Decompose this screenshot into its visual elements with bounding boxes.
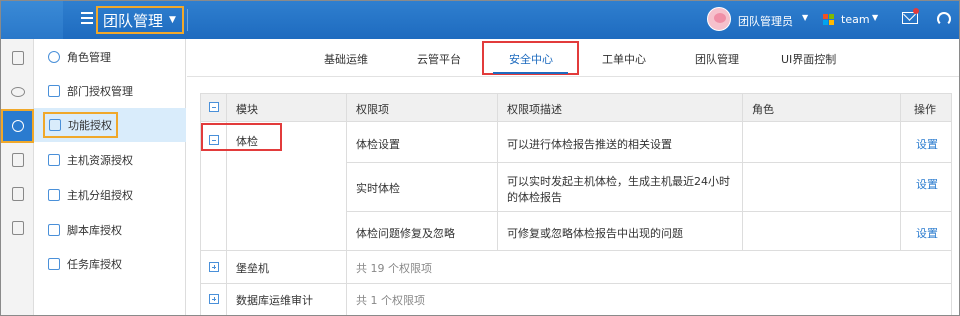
- divider: [201, 250, 951, 251]
- group-summary: 共 19 个权限项: [356, 262, 432, 275]
- divider: [346, 162, 951, 163]
- group-name: 数据库运维审计: [236, 294, 313, 307]
- active-tab-underline: [493, 72, 568, 74]
- tab-team-management[interactable]: 团队管理: [695, 51, 739, 67]
- sidebar-item-label: 主机分组授权: [67, 189, 133, 202]
- permission-description: 可以实时发起主机体检，生成主机最近24小时: [507, 175, 730, 188]
- permission-name: 体检问题修复及忽略: [356, 227, 455, 240]
- permission-description: 可修复或忽略体检报告中出现的问题: [507, 227, 683, 240]
- sidebar-item-host-group-auth[interactable]: 主机分组授权: [34, 178, 186, 212]
- divider: [201, 283, 951, 284]
- avatar[interactable]: [707, 7, 731, 31]
- collapse-all-checkbox[interactable]: [209, 102, 219, 112]
- team-switcher[interactable]: 团队管理 ▼: [96, 6, 184, 34]
- tab-ticket-center[interactable]: 工单中心: [602, 51, 646, 67]
- chevron-down-icon: ▼: [169, 15, 176, 25]
- users-icon: [48, 51, 60, 63]
- permission-description: 的体检报告: [507, 191, 562, 204]
- active-tab-highlight: [482, 41, 579, 75]
- user-name[interactable]: 团队管理员: [738, 13, 793, 29]
- rail-clipboard-icon[interactable]: [1, 177, 34, 211]
- sidebar-item-task-lib-auth[interactable]: 任务库授权: [34, 247, 186, 281]
- permission-description: 可以进行体检报告推送的相关设置: [507, 138, 672, 151]
- sidebar-item-department-auth[interactable]: 部门授权管理: [34, 74, 186, 108]
- sidebar-item-label: 角色管理: [67, 51, 111, 64]
- sidebar-item-label: 脚本库授权: [67, 224, 122, 237]
- sidebar-item-label: 功能授权: [68, 119, 112, 132]
- sidebar-item-roles[interactable]: 角色管理: [34, 40, 186, 74]
- org-chart-icon: [48, 85, 60, 97]
- rail-people-icon[interactable]: [1, 75, 34, 109]
- notification-dot: [913, 8, 919, 14]
- divider: [346, 211, 951, 212]
- sidebar-item-script-lib-auth[interactable]: 脚本库授权: [34, 213, 186, 247]
- tab-cloud-platform[interactable]: 云管平台: [417, 51, 461, 67]
- team-switcher-label: 团队管理: [103, 11, 164, 30]
- script-icon: [48, 224, 60, 236]
- sidebar-item-host-resource-auth[interactable]: 主机资源授权: [34, 143, 186, 177]
- brand-logo-icon: [823, 14, 835, 26]
- brand-name[interactable]: team: [841, 13, 870, 26]
- expand-group-toggle[interactable]: [209, 294, 219, 304]
- sidebar-item-label: 任务库授权: [67, 258, 122, 271]
- top-bar: 团队管理 ▼ 团队管理员 ▼ team ▼: [1, 1, 959, 39]
- tab-ui-control[interactable]: UI界面控制: [781, 51, 836, 67]
- headset-icon[interactable]: [937, 12, 951, 26]
- sidebar-item-function-auth[interactable]: 功能授权: [34, 108, 186, 142]
- group-name: 堡垒机: [236, 262, 269, 275]
- settings-link[interactable]: 设置: [916, 225, 938, 241]
- divider: [742, 94, 743, 250]
- list-icon: [49, 119, 61, 131]
- user-menu-chevron-icon[interactable]: ▼: [802, 13, 808, 22]
- sidebar-item-label: 主机资源授权: [67, 154, 133, 167]
- expand-group-toggle[interactable]: [209, 262, 219, 272]
- logo-area: [1, 1, 63, 39]
- header-role: 角色: [752, 103, 774, 116]
- rail-document-icon[interactable]: [1, 41, 34, 75]
- sidebar: 角色管理 部门授权管理 功能授权 主机资源授权 主机分组授权 脚本库授权 任务库…: [34, 39, 186, 315]
- rail-user-settings-icon[interactable]: [1, 109, 34, 143]
- divider: [900, 94, 901, 250]
- folder-icon: [48, 189, 60, 201]
- header-description: 权限项描述: [507, 103, 562, 116]
- app-window: 团队管理 ▼ 团队管理员 ▼ team ▼ 角色管理 部门授权管理 功能授权 主…: [0, 0, 960, 316]
- settings-link[interactable]: 设置: [916, 176, 938, 192]
- rail-report-icon[interactable]: [1, 143, 34, 177]
- permission-name: 体检设置: [356, 138, 400, 151]
- rail-book-icon[interactable]: [1, 211, 34, 245]
- header-module: 模块: [236, 103, 258, 116]
- header-permission: 权限项: [356, 103, 389, 116]
- sidebar-item-label: 部门授权管理: [67, 85, 133, 98]
- clipboard-icon: [48, 258, 60, 270]
- monitor-icon: [48, 154, 60, 166]
- divider: [497, 94, 498, 250]
- group-highlight: [201, 123, 282, 151]
- header-action: 操作: [914, 103, 936, 116]
- permission-name: 实时体检: [356, 182, 400, 195]
- hamburger-menu-icon[interactable]: [81, 12, 93, 24]
- permission-table: 模块 权限项 权限项描述 角色 操作 体检 体检设置 可以进行体检报告推送的相关…: [200, 93, 952, 315]
- brand-menu-chevron-icon[interactable]: ▼: [872, 13, 878, 22]
- settings-link[interactable]: 设置: [916, 136, 938, 152]
- icon-rail: [1, 39, 34, 315]
- divider: [187, 9, 188, 31]
- group-summary: 共 1 个权限项: [356, 294, 425, 307]
- tab-basic-ops[interactable]: 基础运维: [324, 51, 368, 67]
- table-header: [201, 94, 951, 122]
